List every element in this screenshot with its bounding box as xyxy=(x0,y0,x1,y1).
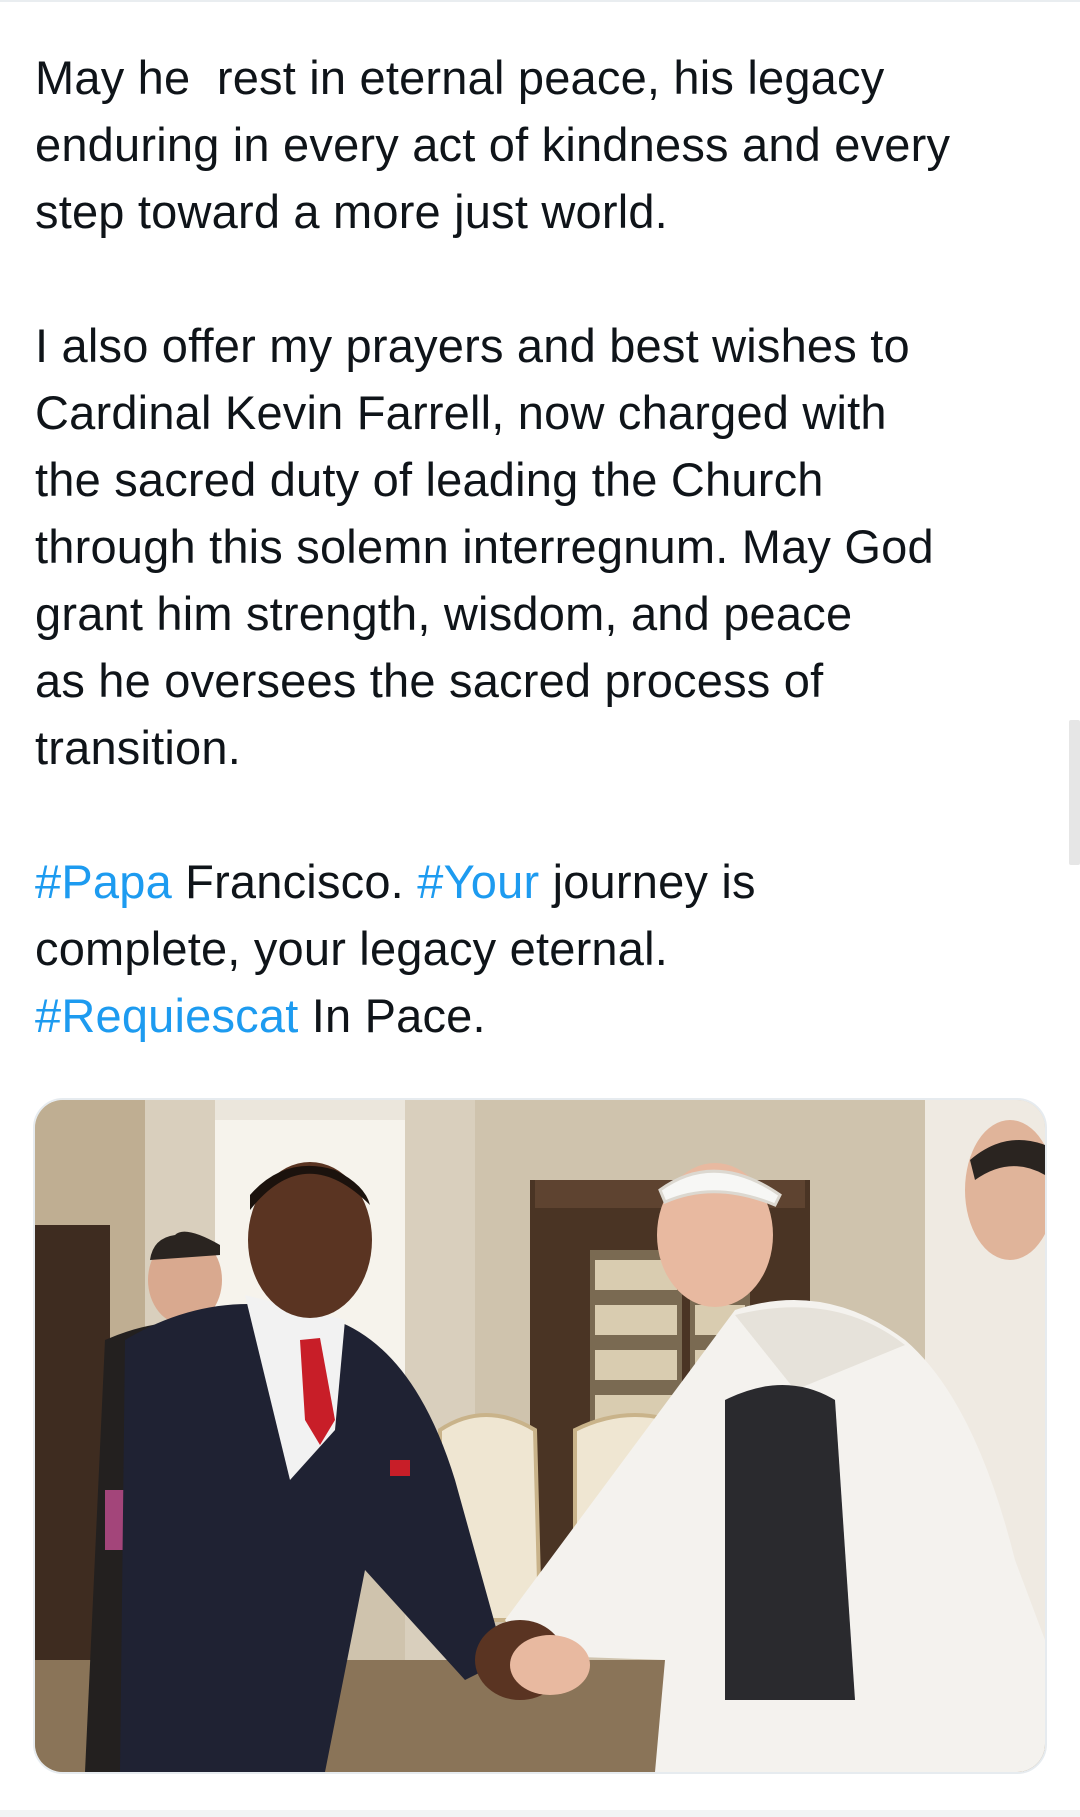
tweet-text-segment: the sacred duty of leading the Church xyxy=(35,453,824,506)
tweet-text-segment: step toward a more just world. xyxy=(35,185,668,238)
photo-illustration xyxy=(35,1100,1045,1772)
tweet-text-segment: through this solemn interregnum. May God xyxy=(35,520,934,573)
tweet-line: transition. xyxy=(35,714,1050,781)
tweet-photo[interactable] xyxy=(33,1098,1047,1774)
tweet-line: enduring in every act of kindness and ev… xyxy=(35,111,1050,178)
photo-handshake-light xyxy=(510,1635,590,1695)
tweet-line: I also offer my prayers and best wishes … xyxy=(35,312,1050,379)
tweet-text-segment: enduring in every act of kindness and ev… xyxy=(35,118,951,171)
bottom-divider xyxy=(0,1810,1080,1817)
tweet-paragraph: #Papa Francisco. #Your journey is complet… xyxy=(35,848,1050,1049)
tweet-text-segment: grant him strength, wisdom, and peace xyxy=(35,587,853,640)
tweet-text-segment: May he rest in eternal peace, his legacy xyxy=(35,51,885,104)
top-divider xyxy=(0,0,1080,2)
hashtag-link[interactable]: #Papa xyxy=(35,855,172,908)
hashtag-link[interactable]: #Your xyxy=(417,855,539,908)
tweet-text-segment: complete, your legacy eternal. xyxy=(35,922,668,975)
tweet-line: #Requiescat In Pace. xyxy=(35,982,1050,1049)
photo-background-man xyxy=(725,1385,855,1700)
tweet-text-segment: journey is xyxy=(539,855,756,908)
tweet-line: complete, your legacy eternal. xyxy=(35,915,1050,982)
tweet-paragraph: I also offer my prayers and best wishes … xyxy=(35,312,1050,781)
hashtag-link[interactable]: #Requiescat xyxy=(35,989,298,1042)
tweet-line: Cardinal Kevin Farrell, now charged with xyxy=(35,379,1050,446)
scrollbar-thumb[interactable] xyxy=(1069,720,1080,865)
tweet-line: the sacred duty of leading the Church xyxy=(35,446,1050,513)
tweet-text-segment: Cardinal Kevin Farrell, now charged with xyxy=(35,386,887,439)
tweet-text-segment: In Pace. xyxy=(298,989,486,1042)
tweet-text-segment: Francisco. xyxy=(171,855,418,908)
tweet-line: as he oversees the sacred process of xyxy=(35,647,1050,714)
tweet-line: through this solemn interregnum. May God xyxy=(35,513,1050,580)
tweet-text-segment: as he oversees the sacred process of xyxy=(35,654,824,707)
tweet-line: May he rest in eternal peace, his legacy xyxy=(35,44,1050,111)
tweet-line: grant him strength, wisdom, and peace xyxy=(35,580,1050,647)
tweet-text-segment: transition. xyxy=(35,721,241,774)
tweet-line: #Papa Francisco. #Your journey is xyxy=(35,848,1050,915)
tweet-text-segment: I also offer my prayers and best wishes … xyxy=(35,319,910,372)
tweet-text: May he rest in eternal peace, his legacy… xyxy=(35,44,1050,1049)
tweet-line: step toward a more just world. xyxy=(35,178,1050,245)
tweet-paragraph: May he rest in eternal peace, his legacy… xyxy=(35,44,1050,245)
